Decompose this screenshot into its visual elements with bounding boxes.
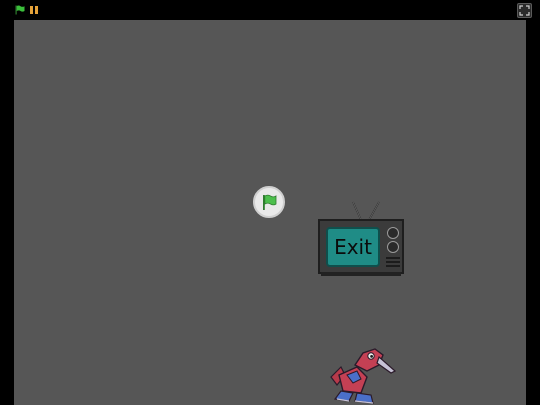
tv-knobs [384,225,402,269]
tv-base [321,272,401,276]
fullscreen-button[interactable] [517,3,532,18]
tv-body: Exit [318,219,404,274]
green-flag-icon [263,194,277,210]
exit-label: Exit [334,235,372,259]
porygon-sprite[interactable] [327,345,397,405]
porygon-sprite-icon [330,348,397,404]
tv-knob-icon [387,227,399,239]
fullscreen-icon [519,5,530,16]
green-flag-button[interactable] [15,5,25,15]
stage[interactable]: Exit [14,20,526,405]
green-flag-overlay-button[interactable] [253,186,285,218]
stop-icon [30,6,38,14]
tv-speaker-grille [386,265,400,267]
stop-button[interactable] [29,5,39,15]
exit-tv-sprite[interactable]: Exit [317,200,407,278]
tv-speaker-grille [386,257,400,259]
green-flag-icon [15,5,25,15]
player-controls-bar [0,0,540,20]
tv-screen: Exit [326,227,380,267]
tv-knob-icon [387,241,399,253]
tv-speaker-grille [386,261,400,263]
